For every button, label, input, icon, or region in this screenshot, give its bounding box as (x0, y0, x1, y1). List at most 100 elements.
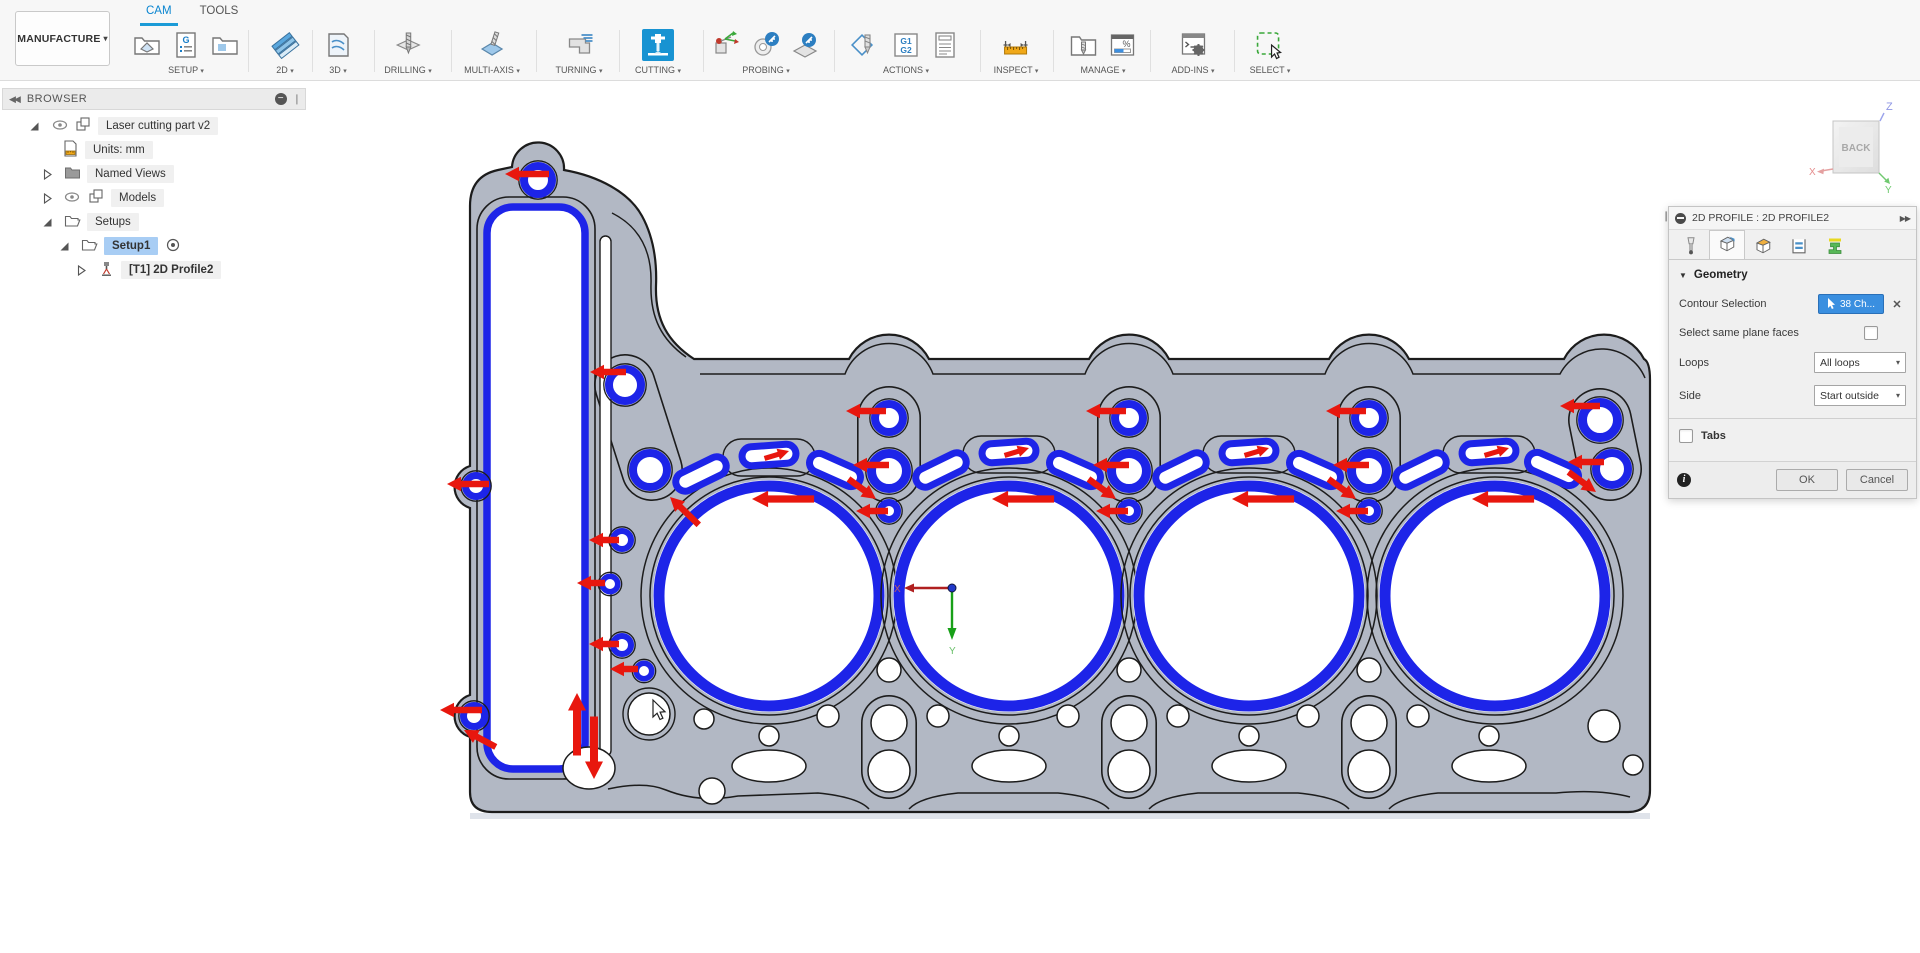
side-select[interactable]: Start outside ▾ (1814, 385, 1906, 406)
browser-row-t1-2d-profile2[interactable]: [T1] 2D Profile2 (2, 258, 306, 282)
browser-row-models[interactable]: Models (2, 186, 306, 210)
browser-item-label[interactable]: Models (111, 189, 164, 207)
browser-item-label[interactable]: [T1] 2D Profile2 (121, 261, 221, 279)
toolbar-group-label[interactable]: 3D ▾ (329, 65, 347, 75)
g1g2-icon[interactable]: G1G2 (889, 28, 923, 62)
expand-dialog-icon[interactable]: ▶▶ (1900, 214, 1910, 223)
dialog-tab-linking-tab[interactable] (1817, 234, 1853, 259)
toolbar-group-label[interactable]: MULTI-AXIS ▾ (464, 65, 520, 75)
minimize-icon[interactable]: − (275, 93, 287, 105)
info-icon[interactable]: i (1677, 473, 1691, 487)
browser-row-setups[interactable]: Setups (2, 210, 306, 234)
toolbar-separator (248, 30, 249, 72)
toolbar-group-label[interactable]: ADD-INS ▾ (1171, 65, 1214, 75)
chevron-down-icon: ▾ (516, 68, 520, 75)
tool-library-icon[interactable] (1067, 28, 1101, 62)
generate-icon[interactable]: % (1106, 28, 1140, 62)
browser-row-setup1[interactable]: Setup1 (2, 234, 306, 258)
part-shadow (470, 813, 1650, 819)
collapse-panel-icon[interactable]: ◀◀ (9, 94, 19, 105)
ok-button[interactable]: OK (1776, 469, 1838, 491)
workspace-switcher[interactable]: MANUFACTURE ▾ (15, 11, 110, 66)
post-process-icon[interactable] (850, 28, 884, 62)
dialog-header[interactable]: 2D PROFILE : 2D PROFILE2 ▶▶ (1669, 207, 1916, 230)
svg-text:Y: Y (1885, 185, 1892, 195)
select-box-icon[interactable] (1253, 28, 1287, 62)
toolbar-group-label[interactable]: SELECT ▾ (1250, 65, 1291, 75)
dialog-tab-heights-tab[interactable] (1745, 234, 1781, 259)
browser-item-label[interactable]: Laser cutting part v2 (98, 117, 218, 135)
ruler-icon[interactable] (999, 28, 1033, 62)
gcode-doc-icon[interactable]: G (169, 28, 203, 62)
ribbon-tab-tools[interactable]: TOOLS (186, 0, 253, 26)
same-plane-checkbox[interactable] (1864, 326, 1878, 340)
chevron-down-icon: ▾ (1211, 68, 1215, 75)
clear-selection-button[interactable]: ✕ (1888, 298, 1906, 311)
turning-icon[interactable] (562, 28, 596, 62)
visibility-eye-icon[interactable] (52, 119, 68, 134)
viewcube-z-axis: Z (1880, 101, 1893, 121)
addins-icon[interactable] (1176, 28, 1210, 62)
tabs-checkbox[interactable] (1679, 429, 1693, 443)
browser-item-label[interactable]: Setup1 (104, 237, 158, 255)
ribbon-tab-cam[interactable]: CAM (132, 0, 186, 26)
browser-item-label[interactable]: Named Views (87, 165, 174, 183)
browser-row-laser-cutting-part-v2[interactable]: Laser cutting part v2 (2, 114, 306, 138)
toolbar-separator (451, 30, 452, 72)
milling-3d-icon[interactable] (321, 28, 355, 62)
visibility-eye-icon[interactable] (64, 191, 80, 206)
loops-select[interactable]: All loops ▾ (1814, 352, 1906, 373)
toolbar-group-label[interactable]: CUTTING ▾ (635, 65, 681, 75)
panel-grip-icon[interactable]: ❙ (293, 94, 301, 105)
browser-item-label[interactable]: Units: mm (85, 141, 153, 159)
cutting-icon[interactable] (641, 28, 675, 62)
probe-surface-icon[interactable] (788, 28, 822, 62)
browser-row-named-views[interactable]: Named Views (2, 162, 306, 186)
dialog-tab-tool-tab[interactable] (1673, 234, 1709, 259)
drilling-icon[interactable] (391, 28, 425, 62)
expand-expander-icon[interactable] (42, 169, 53, 180)
chevron-down-icon: ▾ (428, 68, 432, 75)
selected-slot-contour[interactable] (487, 207, 585, 769)
probe-wcs-icon[interactable] (710, 28, 744, 62)
open-folder-icon[interactable] (208, 28, 242, 62)
expand-expander-icon[interactable] (76, 265, 87, 276)
geometry-section-header[interactable]: ▼ Geometry (1669, 260, 1916, 288)
toolbar-group-label[interactable]: MANAGE ▾ (1080, 65, 1125, 75)
cancel-button[interactable]: Cancel (1846, 469, 1908, 491)
collapse-expander-icon[interactable] (59, 241, 70, 252)
active-setup-target-icon[interactable] (166, 238, 180, 255)
laser-tool-icon (98, 260, 115, 280)
contour-selection-chip[interactable]: 38 Ch... (1818, 294, 1884, 314)
setup-sheet-icon[interactable] (928, 28, 962, 62)
dialog-dock-handle[interactable]: ❙ (1662, 211, 1668, 227)
toolbar-separator (374, 30, 375, 72)
collapse-expander-icon[interactable] (29, 121, 40, 132)
chevron-down-icon: ▾ (200, 68, 204, 75)
viewcube[interactable]: Z BACK X Y (1805, 95, 1915, 195)
relief-cut-slot[interactable] (600, 236, 611, 756)
dialog-tab-passes-tab[interactable] (1781, 234, 1817, 259)
toolbar-separator (1150, 30, 1151, 72)
toolbar-group-label[interactable]: PROBING ▾ (742, 65, 790, 75)
toolbar-group-label[interactable]: TURNING ▾ (555, 65, 602, 75)
toolbar-group-label[interactable]: SETUP ▾ (168, 65, 204, 75)
passes-tab-icon (1787, 234, 1811, 261)
tabs-option-row: Tabs (1669, 419, 1916, 461)
multi-axis-icon[interactable] (475, 28, 509, 62)
collapse-expander-icon[interactable] (42, 217, 53, 228)
toolbar-group-label[interactable]: 2D ▾ (276, 65, 294, 75)
browser-row-units-mm[interactable]: Units: mm (2, 138, 306, 162)
toolbar-group-inspect: INSPECT ▾ (994, 26, 1039, 80)
probe-geometry-icon[interactable] (749, 28, 783, 62)
new-setup-icon[interactable] (130, 28, 164, 62)
toolbar-group-label[interactable]: DRILLING ▾ (384, 65, 432, 75)
linking-tab-icon (1823, 234, 1847, 261)
toolbar-group-label[interactable]: ACTIONS ▾ (883, 65, 929, 75)
toolbar-group-label[interactable]: INSPECT ▾ (994, 65, 1039, 75)
toolbar-separator (1234, 30, 1235, 72)
dialog-tab-geometry-tab[interactable] (1709, 230, 1745, 259)
milling-2d-icon[interactable] (268, 28, 302, 62)
expand-expander-icon[interactable] (42, 193, 53, 204)
browser-item-label[interactable]: Setups (87, 213, 139, 231)
